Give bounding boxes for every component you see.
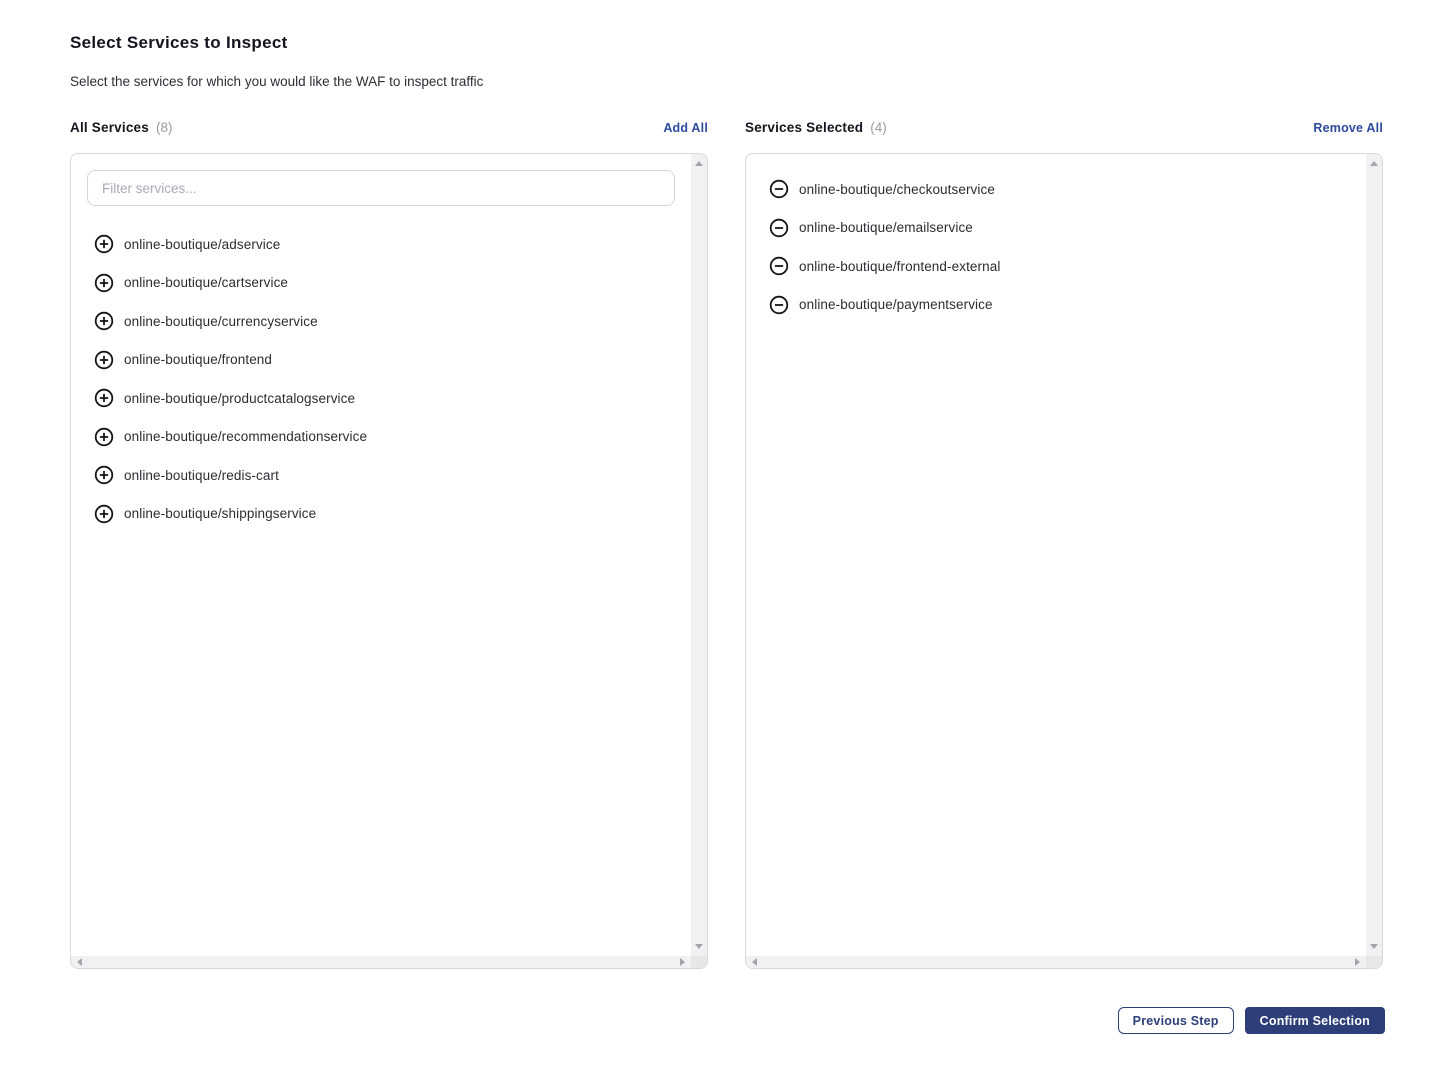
service-row[interactable]: online-boutique/paymentservice	[746, 286, 1366, 325]
scroll-up-icon[interactable]	[695, 161, 703, 166]
service-name: online-boutique/paymentservice	[799, 297, 993, 312]
services-selected-label: Services Selected	[745, 120, 863, 135]
remove-all-link[interactable]: Remove All	[1313, 121, 1383, 135]
minus-circle-icon[interactable]	[769, 295, 789, 315]
all-services-count: (8)	[156, 120, 173, 135]
all-services-panel-content: online-boutique/adservice online-boutiqu…	[71, 154, 691, 956]
service-name: online-boutique/recommendationservice	[124, 429, 367, 444]
service-name: online-boutique/redis-cart	[124, 468, 279, 483]
service-row[interactable]: online-boutique/checkoutservice	[746, 170, 1366, 209]
all-services-list: online-boutique/adservice online-boutiqu…	[71, 225, 691, 533]
service-name: online-boutique/shippingservice	[124, 506, 316, 521]
select-services-page: Select Services to Inspect Select the se…	[0, 0, 1456, 1072]
scroll-down-icon[interactable]	[695, 944, 703, 949]
scroll-left-icon[interactable]	[752, 958, 757, 966]
filter-wrap	[71, 154, 691, 206]
add-all-link[interactable]: Add All	[663, 121, 708, 135]
scroll-down-icon[interactable]	[1370, 944, 1378, 949]
minus-circle-icon[interactable]	[769, 218, 789, 238]
confirm-selection-button[interactable]: Confirm Selection	[1245, 1007, 1385, 1034]
horizontal-scrollbar[interactable]	[746, 956, 1366, 968]
minus-circle-icon[interactable]	[769, 179, 789, 199]
plus-circle-icon[interactable]	[94, 427, 114, 447]
services-selected-count: (4)	[870, 120, 887, 135]
service-name: online-boutique/frontend-external	[799, 259, 1000, 274]
plus-circle-icon[interactable]	[94, 388, 114, 408]
vertical-scrollbar[interactable]	[1366, 154, 1382, 956]
services-selected-list: online-boutique/checkoutservice online-b…	[746, 170, 1366, 324]
service-name: online-boutique/cartservice	[124, 275, 288, 290]
service-row[interactable]: online-boutique/emailservice	[746, 209, 1366, 248]
services-selected-title-group: Services Selected (4)	[745, 120, 887, 135]
plus-circle-icon[interactable]	[94, 350, 114, 370]
services-selected-panel: online-boutique/checkoutservice online-b…	[745, 153, 1383, 969]
plus-circle-icon[interactable]	[94, 273, 114, 293]
plus-circle-icon[interactable]	[94, 504, 114, 524]
scrollbar-corner	[1366, 956, 1382, 968]
all-services-header: All Services (8) Add All	[70, 120, 708, 140]
scroll-right-icon[interactable]	[1355, 958, 1360, 966]
service-row[interactable]: online-boutique/frontend-external	[746, 247, 1366, 286]
scrollbar-corner	[691, 956, 707, 968]
services-selected-column: Services Selected (4) Remove All online-…	[745, 120, 1383, 969]
services-selected-header: Services Selected (4) Remove All	[745, 120, 1383, 140]
service-name: online-boutique/adservice	[124, 237, 280, 252]
service-row[interactable]: online-boutique/redis-cart	[71, 456, 691, 495]
wizard-footer: Previous Step Confirm Selection	[70, 1007, 1385, 1034]
vertical-scrollbar[interactable]	[691, 154, 707, 956]
dual-list-columns: All Services (8) Add All online-boutique…	[70, 120, 1385, 969]
service-name: online-boutique/productcatalogservice	[124, 391, 355, 406]
page-title: Select Services to Inspect	[70, 33, 1385, 53]
plus-circle-icon[interactable]	[94, 465, 114, 485]
all-services-panel: online-boutique/adservice online-boutiqu…	[70, 153, 708, 969]
service-row[interactable]: online-boutique/shippingservice	[71, 495, 691, 534]
service-row[interactable]: online-boutique/cartservice	[71, 264, 691, 303]
service-name: online-boutique/currencyservice	[124, 314, 318, 329]
scroll-left-icon[interactable]	[77, 958, 82, 966]
scroll-right-icon[interactable]	[680, 958, 685, 966]
service-row[interactable]: online-boutique/recommendationservice	[71, 418, 691, 457]
all-services-column: All Services (8) Add All online-boutique…	[70, 120, 708, 969]
service-name: online-boutique/checkoutservice	[799, 182, 995, 197]
service-row[interactable]: online-boutique/frontend	[71, 341, 691, 380]
horizontal-scrollbar[interactable]	[71, 956, 691, 968]
service-name: online-boutique/emailservice	[799, 220, 973, 235]
service-row[interactable]: online-boutique/productcatalogservice	[71, 379, 691, 418]
services-selected-panel-content: online-boutique/checkoutservice online-b…	[746, 154, 1366, 956]
plus-circle-icon[interactable]	[94, 234, 114, 254]
scroll-up-icon[interactable]	[1370, 161, 1378, 166]
all-services-label: All Services	[70, 120, 149, 135]
service-name: online-boutique/frontend	[124, 352, 272, 367]
service-row[interactable]: online-boutique/adservice	[71, 225, 691, 264]
filter-services-input[interactable]	[87, 170, 675, 206]
page-subtitle: Select the services for which you would …	[70, 74, 1385, 89]
all-services-title-group: All Services (8)	[70, 120, 172, 135]
service-row[interactable]: online-boutique/currencyservice	[71, 302, 691, 341]
previous-step-button[interactable]: Previous Step	[1118, 1007, 1234, 1034]
minus-circle-icon[interactable]	[769, 256, 789, 276]
plus-circle-icon[interactable]	[94, 311, 114, 331]
